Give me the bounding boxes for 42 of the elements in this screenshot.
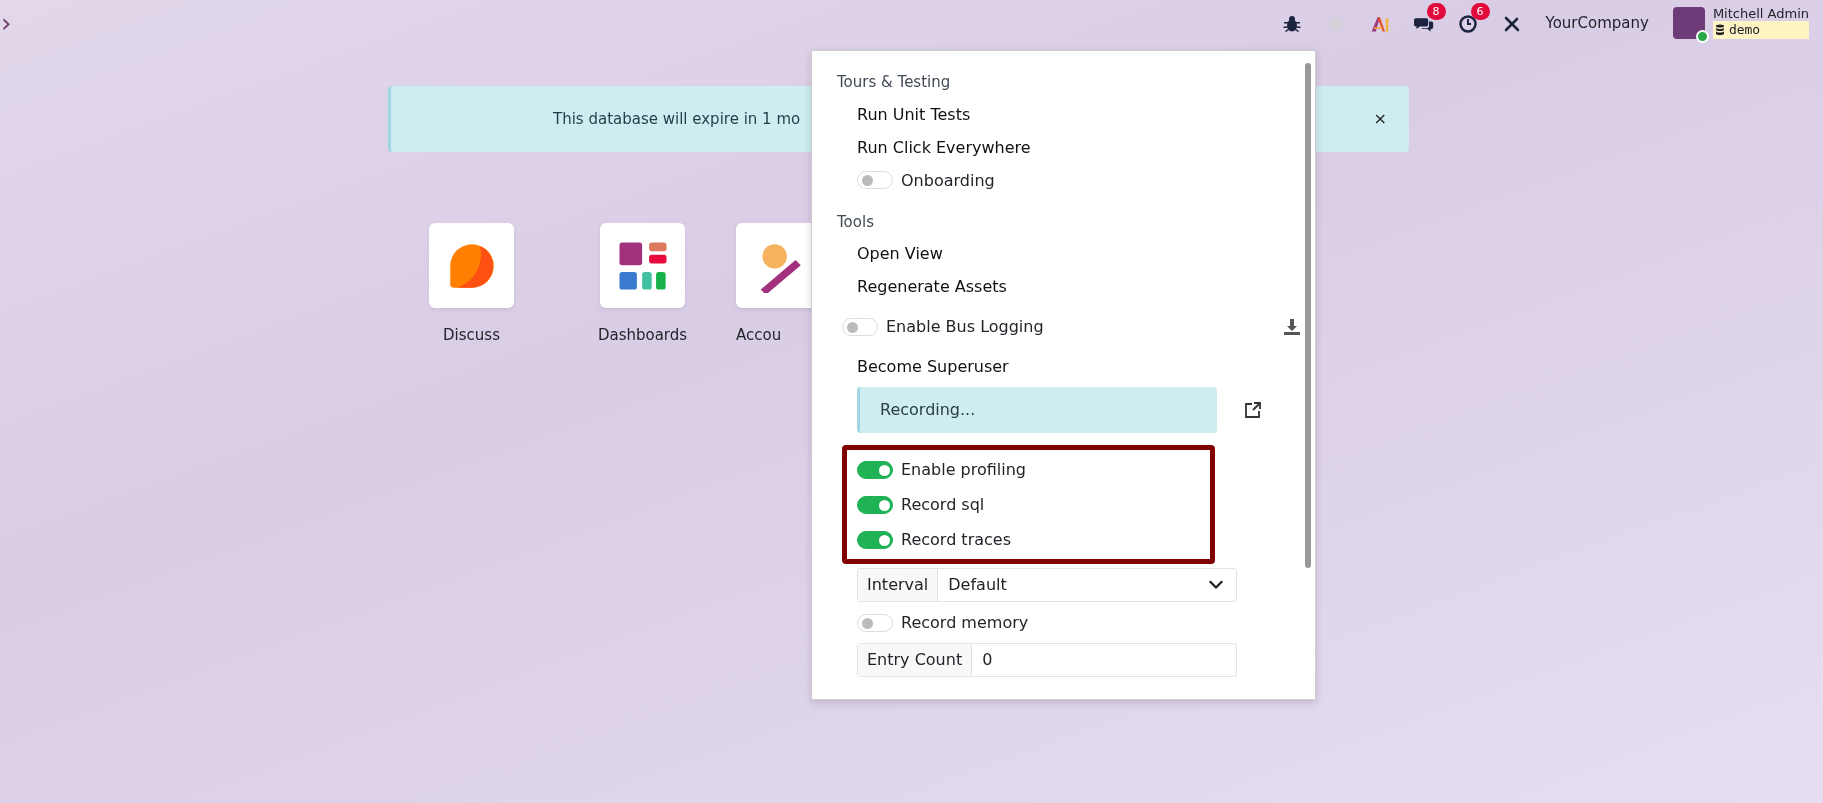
bug-icon[interactable]: [1281, 13, 1302, 34]
field-label: Interval: [858, 569, 939, 601]
menu-item[interactable]: Run Unit Tests: [857, 102, 971, 126]
app-label[interactable]: Discuss: [443, 324, 500, 347]
menu-item[interactable]: Run Click Everywhere: [857, 135, 1031, 159]
clock-icon[interactable]: [1457, 13, 1478, 34]
database-icon: [1714, 24, 1725, 37]
section-heading: Tours & Testing: [836, 72, 952, 93]
company-name[interactable]: YourCompany: [1545, 11, 1649, 35]
download-icon[interactable]: [1282, 316, 1302, 337]
section-heading: Tools: [836, 211, 875, 233]
app-tile[interactable]: [429, 223, 514, 308]
toggle-switch[interactable]: [857, 460, 893, 479]
toggle-switch[interactable]: [857, 530, 893, 549]
menu-item[interactable]: Become Superuser: [857, 355, 1009, 378]
interval-select[interactable]: Interval Default: [857, 568, 1237, 602]
external-link-icon[interactable]: [1243, 400, 1263, 420]
recording-status: Recording...: [857, 387, 1217, 433]
toggle-label[interactable]: Record sql: [901, 493, 985, 516]
app-tile[interactable]: [600, 223, 685, 308]
field-label: Entry Count: [858, 644, 973, 676]
field-value: 0: [982, 649, 993, 671]
app-label[interactable]: Accou: [736, 324, 782, 347]
database-name: demo: [1728, 22, 1761, 38]
menu-item[interactable]: Regenerate Assets: [857, 275, 1007, 298]
toggle-switch[interactable]: [857, 495, 893, 514]
user-name: Mitchell Admin: [1712, 7, 1809, 22]
app-label[interactable]: Dashboards: [597, 324, 688, 347]
count-badge: 8: [1426, 2, 1446, 20]
scrollbar[interactable]: [1305, 63, 1311, 568]
toggle-label[interactable]: Onboarding: [901, 168, 995, 192]
banner-message: This database will expire in 1 mo: [552, 108, 801, 130]
count-badge: 6: [1470, 2, 1490, 20]
toggle-label[interactable]: Record traces: [901, 528, 1011, 551]
menu-toggle[interactable]: ›: [0, 9, 13, 37]
toggle-label[interactable]: Enable Bus Logging: [886, 315, 1274, 338]
field-value: Default: [948, 574, 1007, 596]
menu-item[interactable]: Open View: [857, 242, 943, 265]
close-button[interactable]: ×: [1373, 107, 1409, 131]
entry-count-field[interactable]: Entry Count 0: [857, 643, 1237, 677]
toggle-label[interactable]: Record memory: [901, 611, 1029, 634]
toggle-label[interactable]: Enable profiling: [901, 458, 1027, 481]
